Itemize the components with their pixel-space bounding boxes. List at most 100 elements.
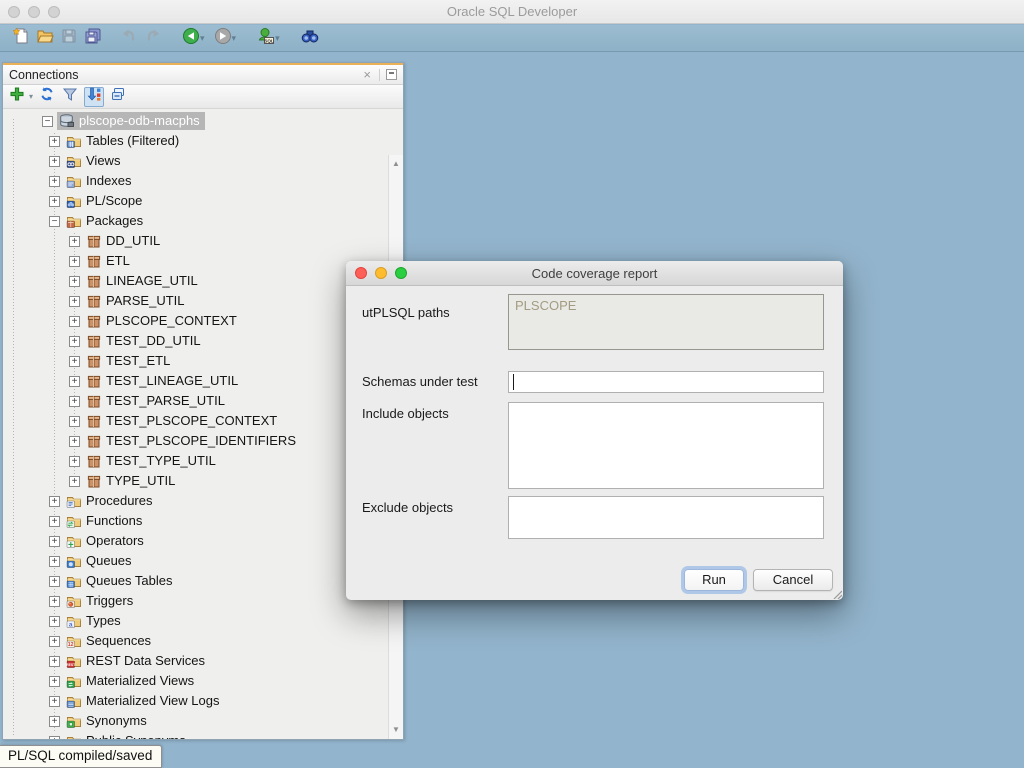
tree-item-test-etl[interactable]: +TEST_ETL (3, 351, 387, 371)
expand-plus-icon[interactable]: + (49, 596, 60, 607)
forward-button[interactable] (212, 27, 234, 49)
tree-item-type-util[interactable]: +TYPE_UTIL (3, 471, 387, 491)
sql-worksheet-icon: SQL (257, 27, 275, 50)
tree-item-types[interactable]: + aTypes (3, 611, 387, 631)
expand-plus-icon[interactable]: + (69, 236, 80, 247)
expand-plus-icon[interactable]: + (69, 416, 80, 427)
expand-minus-icon[interactable]: − (42, 116, 53, 127)
tree-item-test-plscope-identifiers[interactable]: + TEST_PLSCOPE_IDENTIFIERS (3, 431, 387, 451)
refresh-icon (39, 86, 55, 107)
tree-item-pl-scope[interactable]: + PL/Scope (3, 191, 387, 211)
tree-item-rest-data-services[interactable]: + RESTREST Data Services (3, 651, 387, 671)
panel-close-icon[interactable]: × (361, 69, 373, 81)
add-connection-dropdown-chevron-icon[interactable]: ▾ (29, 92, 33, 101)
tree-item-test-type-util[interactable]: + TEST_TYPE_UTIL (3, 451, 387, 471)
expand-plus-icon[interactable]: + (49, 636, 60, 647)
tree-item-test-lineage-util[interactable]: +TEST_LINEAGE_UTIL (3, 371, 387, 391)
expand-plus-icon[interactable]: + (69, 436, 80, 447)
tree-item-content: TEST_PLSCOPE_IDENTIFIERS (84, 432, 301, 450)
new-file-button[interactable] (10, 27, 32, 49)
tree-item-test-parse-util[interactable]: +TEST_PARSE_UTIL (3, 391, 387, 411)
collapse-all-button[interactable] (109, 87, 127, 107)
expand-plus-icon[interactable]: + (49, 716, 60, 727)
tree-item-content: TEST_TYPE_UTIL (84, 452, 221, 470)
tree-item-triggers[interactable]: + Triggers (3, 591, 387, 611)
expand-plus-icon[interactable]: + (69, 476, 80, 487)
tree-item-packages[interactable]: − Packages (3, 211, 387, 231)
expand-plus-icon[interactable]: + (69, 456, 80, 467)
back-button[interactable] (180, 27, 202, 49)
tree-item-public-synonyms[interactable]: + Public Synonyms (3, 731, 387, 739)
expand-plus-icon[interactable]: + (69, 356, 80, 367)
sql-worksheet-button[interactable]: SQL (255, 27, 277, 49)
tree-item-parse-util[interactable]: +PARSE_UTIL (3, 291, 387, 311)
expand-plus-icon[interactable]: + (49, 676, 60, 687)
expand-plus-icon[interactable]: + (49, 136, 60, 147)
forward-dropdown-chevron-icon[interactable]: ▾ (232, 27, 237, 49)
tree-item-test-plscope-context[interactable]: +TEST_PLSCOPE_CONTEXT (3, 411, 387, 431)
tree-item-operators[interactable]: + Operators (3, 531, 387, 551)
dialog-titlebar[interactable]: Code coverage report (346, 261, 843, 286)
scrollbar-down-arrow-icon[interactable]: ▼ (389, 723, 403, 737)
filter-button[interactable] (61, 87, 79, 107)
save-all-button[interactable] (82, 27, 104, 49)
tree-item-plscope-context[interactable]: +PLSCOPE_CONTEXT (3, 311, 387, 331)
expand-plus-icon[interactable]: + (49, 196, 60, 207)
include-objects-field[interactable] (508, 402, 824, 489)
refresh-button[interactable] (38, 87, 56, 107)
expand-plus-icon[interactable]: + (49, 176, 60, 187)
tree-item-label: Materialized Views (86, 673, 197, 689)
expand-plus-icon[interactable]: + (69, 376, 80, 387)
expand-plus-icon[interactable]: + (49, 156, 60, 167)
tree-item-queues-tables[interactable]: + Queues Tables (3, 571, 387, 591)
tree-item-sequences[interactable]: + 12Sequences (3, 631, 387, 651)
exclude-objects-label: Exclude objects (362, 500, 453, 515)
run-button[interactable]: Run (684, 569, 744, 591)
tree-item-label: Procedures (86, 493, 155, 509)
tree-item-indexes[interactable]: + Indexes (3, 171, 387, 191)
expand-plus-icon[interactable]: + (49, 736, 60, 740)
tree-item-procedures[interactable]: + Procedures (3, 491, 387, 511)
add-connection-icon (9, 86, 25, 107)
tree-item-views[interactable]: + Views (3, 151, 387, 171)
sort-connections-button[interactable] (84, 87, 104, 107)
expand-plus-icon[interactable]: + (69, 296, 80, 307)
expand-plus-icon[interactable]: + (69, 396, 80, 407)
expand-minus-icon[interactable]: − (49, 216, 60, 227)
schemas-under-test-input[interactable] (508, 371, 824, 393)
expand-plus-icon[interactable]: + (49, 516, 60, 527)
expand-plus-icon[interactable]: + (49, 696, 60, 707)
expand-plus-icon[interactable]: + (49, 496, 60, 507)
tree-item-test-dd-util[interactable]: +TEST_DD_UTIL (3, 331, 387, 351)
expand-plus-icon[interactable]: + (49, 536, 60, 547)
resize-grip-icon[interactable] (831, 588, 842, 599)
sql-worksheet-dropdown-chevron-icon[interactable]: ▾ (275, 27, 280, 49)
back-dropdown-chevron-icon[interactable]: ▾ (200, 27, 205, 49)
tree-item-etl[interactable]: +ETL (3, 251, 387, 271)
tree-item-synonyms[interactable]: + Synonyms (3, 711, 387, 731)
panel-minimize-icon[interactable] (386, 69, 397, 80)
expand-plus-icon[interactable]: + (69, 276, 80, 287)
tree-item-functions[interactable]: + Functions (3, 511, 387, 531)
add-connection-button[interactable] (8, 87, 26, 107)
search-button[interactable] (299, 27, 321, 49)
expand-plus-icon[interactable]: + (49, 556, 60, 567)
cancel-button[interactable]: Cancel (753, 569, 833, 591)
sort-connections-icon (86, 86, 102, 107)
open-button[interactable] (34, 27, 56, 49)
expand-plus-icon[interactable]: + (49, 656, 60, 667)
expand-plus-icon[interactable]: + (49, 616, 60, 627)
tree-item-lineage-util[interactable]: +LINEAGE_UTIL (3, 271, 387, 291)
scrollbar-up-arrow-icon[interactable]: ▲ (389, 157, 403, 171)
tree-item-plscope-odb-macphs[interactable]: −plscope-odb-macphs (3, 111, 387, 131)
exclude-objects-field[interactable] (508, 496, 824, 539)
tree-item-tables-filtered-[interactable]: + Tables (Filtered) (3, 131, 387, 151)
expand-plus-icon[interactable]: + (69, 336, 80, 347)
expand-plus-icon[interactable]: + (69, 256, 80, 267)
tree-item-materialized-view-logs[interactable]: + Materialized View Logs (3, 691, 387, 711)
expand-plus-icon[interactable]: + (69, 316, 80, 327)
tree-item-materialized-views[interactable]: + Materialized Views (3, 671, 387, 691)
tree-item-queues[interactable]: + Queues (3, 551, 387, 571)
tree-item-dd-util[interactable]: +DD_UTIL (3, 231, 387, 251)
expand-plus-icon[interactable]: + (49, 576, 60, 587)
